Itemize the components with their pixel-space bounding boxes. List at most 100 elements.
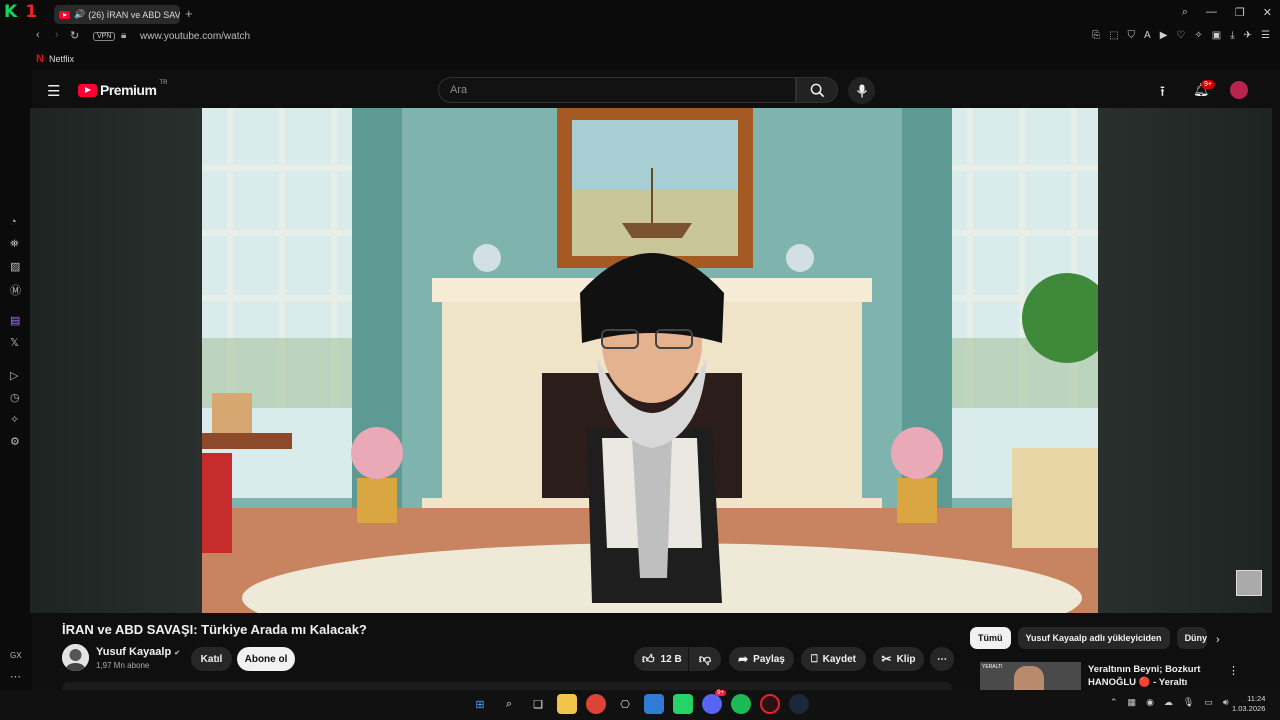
channel-avatar[interactable]	[62, 644, 89, 671]
twitch-icon[interactable]: ▤	[10, 314, 20, 327]
windows-start-icon[interactable]: ⊞	[470, 694, 490, 714]
recommended-title[interactable]: Yeraltının Beyni; Bozkurt HANOĞLU 🔴 - Ye…	[1088, 663, 1218, 689]
url-field[interactable]: www.youtube.com/watch	[140, 31, 250, 42]
gx-cleaner-icon[interactable]: ▨	[10, 260, 20, 273]
clip-button[interactable]: ✂ Klip	[873, 647, 924, 671]
thumbs-up-icon: 👍︎	[642, 651, 655, 666]
search-button[interactable]	[796, 77, 838, 103]
gx-label: GX	[10, 651, 22, 660]
photos-icon[interactable]	[644, 694, 664, 714]
vpn-badge[interactable]: VPN	[93, 32, 116, 41]
share-button[interactable]: ➦ Paylaş	[729, 647, 794, 671]
opera-gx-taskbar-icon[interactable]	[760, 694, 780, 714]
snapshot-icon[interactable]: ⬚	[1109, 30, 1118, 41]
tray-overflow-icon[interactable]: ⌃	[1110, 697, 1118, 708]
lock-icon[interactable]: 🔒︎	[121, 30, 126, 41]
history-icon[interactable]: ◷	[10, 391, 20, 404]
forward-icon[interactable]: ›	[55, 29, 59, 41]
search-tabs-icon[interactable]: ⌕	[1182, 6, 1188, 19]
tray-display-icon[interactable]: ▭	[1204, 697, 1213, 708]
wallet-icon[interactable]: ▣	[1212, 30, 1221, 41]
chip-world[interactable]: Dünya	[1176, 627, 1207, 649]
opera-gx-logo[interactable]: K1	[4, 2, 46, 24]
youtube-logo[interactable]: Premium TR	[78, 80, 167, 98]
channel-watermark[interactable]	[1236, 570, 1262, 596]
player-icon[interactable]: ▷	[10, 369, 18, 382]
recommended-more-icon[interactable]: ⋮	[1228, 664, 1239, 677]
bookmark-netflix[interactable]: N Netflix	[36, 53, 74, 65]
heart-icon[interactable]: ♡	[1176, 30, 1185, 41]
join-button[interactable]: Katıl	[191, 647, 232, 671]
reload-icon[interactable]: ↻	[70, 29, 79, 42]
settings-icon[interactable]: ⚙	[10, 435, 20, 448]
taskbar-search-icon[interactable]: ⌕	[499, 694, 519, 714]
close-window-button[interactable]: ✕	[1263, 6, 1272, 19]
ai-icon[interactable]: ✈	[1244, 30, 1252, 41]
scissors-icon: ✂	[881, 652, 892, 666]
thumbs-down-icon: 👎︎	[698, 651, 712, 666]
extension-toolbar: ⎘ ⬚ ⛉ A ▶ ♡ ✧ ▣ ⤓ ✈ ☰	[1092, 30, 1270, 41]
save-button[interactable]: ⎕ Kaydet	[801, 647, 866, 671]
shield-icon[interactable]: ⛉	[1128, 30, 1136, 41]
gx-corner-icon[interactable]: ⛯	[10, 238, 19, 251]
translate-icon[interactable]: A	[1144, 30, 1151, 41]
pip-icon[interactable]: ▶	[1160, 30, 1168, 41]
x-twitter-icon[interactable]: 𝕏	[10, 336, 19, 349]
extensions-sidebar-icon[interactable]: ✧	[10, 413, 19, 426]
tray-volume-icon[interactable]: 🔊︎	[1223, 697, 1229, 708]
back-icon[interactable]: ‹	[36, 29, 40, 41]
browser-menu-icon[interactable]: ☰	[1261, 30, 1270, 41]
chip-all[interactable]: Tümü	[970, 627, 1011, 649]
chatgpt-icon[interactable]: ⎔	[615, 694, 635, 714]
chip-from-uploader[interactable]: Yusuf Kayaalp adlı yükleyiciden	[1017, 627, 1170, 649]
extensions-icon[interactable]: ✧	[1194, 30, 1202, 41]
voice-search-button[interactable]	[848, 77, 875, 104]
tab-title: (26) İRAN ve ABD SAVAŞI	[88, 9, 180, 20]
subscribe-button[interactable]: Abone ol	[237, 647, 295, 671]
tray-mic-icon[interactable]: 🎙︎	[1183, 697, 1194, 708]
speaker-icon[interactable]: 🔊	[74, 9, 85, 20]
discord-icon[interactable]: 9+	[702, 690, 726, 714]
taskbar-clock[interactable]: 11:24 1.03.2026	[1232, 694, 1265, 714]
chrome-icon[interactable]	[586, 694, 606, 714]
chevron-right-icon[interactable]: ›	[1216, 634, 1220, 646]
search-icon	[810, 83, 824, 97]
share-icon: ➦	[738, 652, 749, 666]
channel-name[interactable]: Yusuf Kayaalp ✔	[96, 646, 180, 658]
new-tab-button[interactable]: +	[185, 6, 193, 21]
minimize-button[interactable]: —	[1206, 6, 1217, 19]
video-scene-illustration	[202, 108, 1098, 613]
steam-icon[interactable]	[789, 694, 809, 714]
more-horizontal-icon: ⋯	[937, 653, 947, 665]
task-view-icon[interactable]: ❏	[528, 694, 548, 714]
youtube-play-icon	[78, 83, 97, 97]
more-icon[interactable]: ⋯	[10, 670, 21, 683]
spotify-icon[interactable]	[731, 694, 751, 714]
system-tray: ⌃ ▦ ◉ ☁ 🎙︎ ▭ 🔊︎	[1110, 697, 1229, 708]
account-avatar[interactable]	[1230, 81, 1248, 99]
recommended-thumbnail[interactable]: YERALTI	[980, 662, 1081, 690]
search-input[interactable]	[439, 78, 795, 102]
search-box[interactable]	[438, 77, 796, 103]
music-player-icon[interactable]: Ⓜ	[10, 282, 21, 298]
verified-icon: ✔	[174, 650, 181, 657]
whatsapp-icon[interactable]	[673, 694, 693, 714]
dislike-button[interactable]: 👎︎	[689, 647, 721, 671]
like-button[interactable]: 👍︎ 12 B	[634, 647, 688, 671]
create-upload-icon[interactable]: ⭱	[1160, 81, 1165, 105]
video-frame[interactable]	[202, 108, 1098, 613]
more-actions-button[interactable]: ⋯	[930, 647, 954, 671]
bookmark-icon[interactable]: ⎘	[1092, 30, 1100, 41]
description-box[interactable]	[62, 682, 952, 690]
file-explorer-icon[interactable]	[557, 694, 577, 714]
download-icon[interactable]: ⤓	[1230, 30, 1234, 41]
tab-youtube[interactable]: 🔊 (26) İRAN ve ABD SAVAŞI	[54, 5, 180, 24]
restore-button[interactable]: ❐	[1235, 6, 1245, 19]
hamburger-menu-icon[interactable]: ☰	[47, 82, 60, 100]
discord-badge: 9+	[715, 690, 726, 696]
gx-control-icon[interactable]: ◔	[10, 216, 17, 228]
tray-steam-icon[interactable]: ◉	[1146, 697, 1154, 708]
tray-onedrive-icon[interactable]: ☁	[1164, 697, 1173, 708]
related-filter-chips: Tümü Yusuf Kayaalp adlı yükleyiciden Dün…	[970, 627, 1207, 649]
tray-app-icon[interactable]: ▦	[1128, 697, 1137, 708]
